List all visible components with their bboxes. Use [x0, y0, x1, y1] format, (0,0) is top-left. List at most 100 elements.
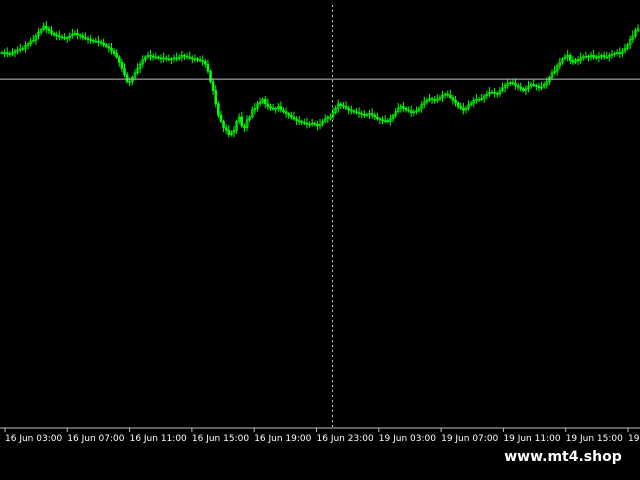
x-tick-label: 16 Jun 07:00: [67, 434, 124, 444]
candle-body: [266, 103, 270, 107]
candle-body: [409, 110, 413, 113]
candle-body: [297, 120, 301, 122]
candle-body: [514, 83, 517, 86]
candle-body: [347, 107, 350, 111]
candle-body: [78, 34, 82, 37]
candle-body: [188, 56, 191, 59]
candle-body: [45, 25, 48, 30]
candle-body: [290, 114, 293, 118]
candle-body: [149, 54, 152, 57]
price-chart[interactable]: 16 Jun 03:00 16 Jun 07:00 16 Jun 11:00 16 J…: [0, 0, 640, 450]
candle-body: [404, 107, 408, 111]
candle-body: [456, 102, 460, 107]
candle-body: [430, 98, 434, 100]
candle-body: [449, 94, 452, 98]
candle-body: [386, 120, 390, 122]
x-axis-ticks: 16 Jun 03:00 16 Jun 07:00 16 Jun 11:00 16 J…: [4, 428, 640, 444]
candle-body: [58, 35, 61, 38]
candle-body: [52, 32, 56, 36]
x-tick-label: 16 Jun 15:00: [192, 434, 249, 444]
candle-body: [198, 59, 202, 62]
candle-body: [459, 106, 463, 109]
candle-body: [91, 39, 95, 42]
candle-body: [339, 103, 343, 106]
candle-body: [516, 84, 520, 88]
candle-body: [357, 112, 361, 114]
candle-body: [303, 122, 306, 124]
candle-body: [183, 54, 186, 57]
candle-body: [125, 74, 129, 83]
candle-body: [159, 57, 163, 60]
candle-body: [204, 61, 207, 65]
candle-body: [493, 92, 496, 94]
candle-body: [602, 54, 606, 58]
candle-body: [360, 113, 364, 115]
candle-body: [451, 97, 455, 101]
candle-body: [519, 86, 523, 90]
candle-body: [209, 70, 212, 83]
candle-body: [8, 53, 12, 55]
x-tick-label: 19 Jun 11:00: [503, 434, 560, 444]
candle-body: [282, 109, 285, 113]
candle-body: [76, 32, 79, 36]
candle-body: [618, 52, 622, 54]
candle-body: [284, 111, 288, 114]
candle-body: [217, 103, 220, 116]
candle-body: [89, 39, 92, 41]
candle-body: [576, 59, 580, 62]
candle-body: [363, 114, 366, 116]
candle-body: [185, 55, 189, 58]
candle-body: [110, 47, 113, 52]
candle-body: [592, 54, 595, 58]
candle-body: [120, 62, 124, 69]
candle-body: [224, 127, 228, 131]
candle-body: [462, 107, 465, 111]
watermark-text: www.mt4.shop: [496, 444, 630, 470]
x-tick-label: 16 Jun 23:00: [317, 434, 374, 444]
candle-body: [243, 125, 246, 128]
candle-body: [271, 107, 275, 110]
candle-body: [219, 114, 223, 122]
candle-body: [175, 57, 178, 60]
x-tick-label: 16 Jun 11:00: [130, 434, 187, 444]
candle-body: [594, 56, 598, 59]
candle-body: [381, 119, 384, 122]
candle-body: [112, 50, 116, 54]
candle-body: [376, 116, 379, 120]
candle-body: [378, 118, 382, 121]
candle-body: [511, 82, 515, 84]
candle-body: [313, 122, 317, 125]
candle-body: [587, 55, 590, 58]
candle-body: [63, 37, 66, 39]
candle-body: [104, 44, 108, 47]
candle-body: [537, 85, 541, 89]
candle-body: [305, 122, 309, 125]
candle-body: [352, 110, 356, 113]
candle-body: [84, 37, 87, 39]
candle-body: [167, 58, 171, 61]
candle-body: [344, 106, 348, 109]
candle-body: [349, 109, 353, 112]
candle-body: [407, 109, 410, 112]
candle-body: [300, 121, 304, 123]
x-tick-label: 16 Jun 19:00: [254, 434, 311, 444]
candle-body: [47, 28, 51, 31]
candle-body: [240, 116, 244, 127]
x-tick-label: 19 J: [628, 434, 640, 444]
candle-body: [446, 93, 450, 96]
candle-body: [571, 60, 575, 63]
candle-body: [269, 106, 272, 109]
x-tick-label: 16 Jun 03:00: [5, 434, 62, 444]
candle-body: [86, 38, 90, 40]
candle-body: [117, 56, 121, 63]
candle-body: [222, 121, 225, 128]
candle-body: [60, 36, 64, 39]
candle-body: [355, 111, 358, 114]
candle-body: [433, 99, 436, 101]
candle-body: [151, 55, 155, 58]
candle-body: [370, 113, 374, 116]
candle-body: [292, 116, 296, 120]
candle-body: [263, 99, 267, 105]
candle-body: [532, 84, 536, 86]
candle-body: [402, 106, 405, 109]
